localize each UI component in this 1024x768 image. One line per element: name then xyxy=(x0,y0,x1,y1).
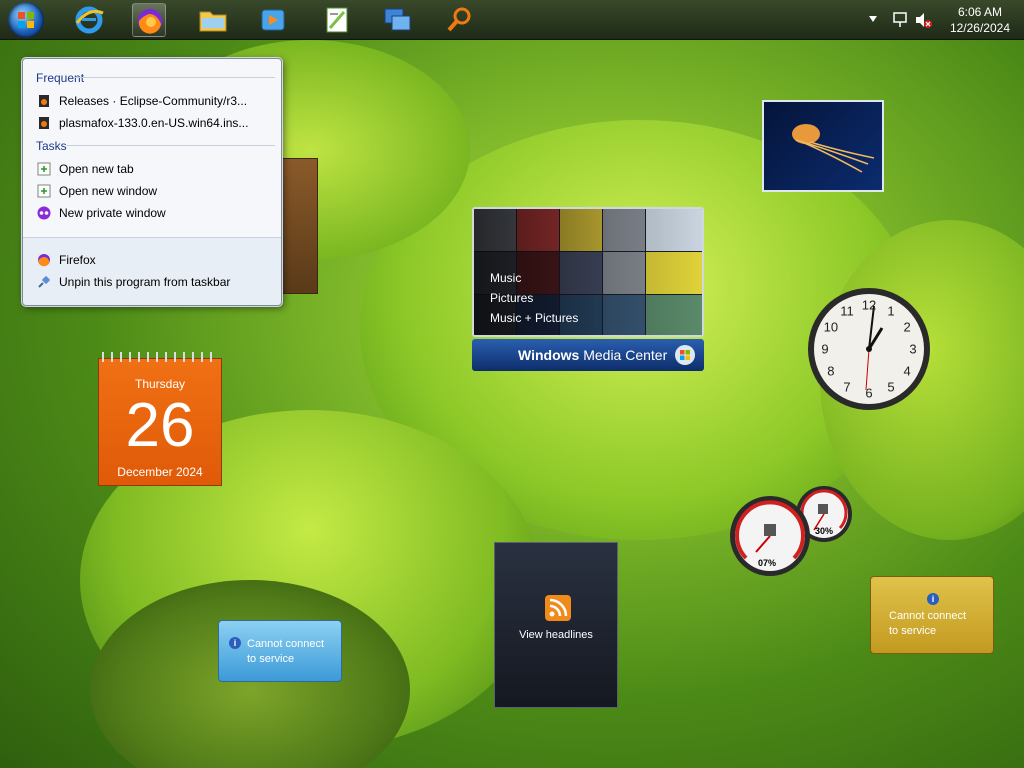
calendar-gadget[interactable]: Thursday 26 December 2024 xyxy=(98,352,222,486)
windows-orb-icon xyxy=(675,345,695,365)
jumplist-item-label: Releases · Eclipse-Community/r3... xyxy=(59,94,248,108)
jumplist-frequent-item[interactable]: plasmafox-133.0.en-US.win64.ins... xyxy=(37,113,248,133)
jumplist-frequent-item[interactable]: Releases · Eclipse-Community/r3... xyxy=(37,91,247,111)
volume-muted-icon[interactable] xyxy=(914,11,932,29)
calendar-month-year: December 2024 xyxy=(117,465,203,479)
media-center-item[interactable]: Music xyxy=(490,271,521,285)
clock-numeral: 9 xyxy=(821,342,828,357)
jumplist-item-label: Open new tab xyxy=(59,162,134,176)
media-center-brand-bar[interactable]: Windows Media Center xyxy=(472,339,704,371)
media-center-tiles: Music Pictures Music + Pictures xyxy=(472,207,704,337)
taskbar-search[interactable] xyxy=(442,3,476,37)
memory-percent: 30% xyxy=(815,526,834,536)
jumplist-bottom-section: Firefox Unpin this program from taskbar xyxy=(23,237,281,305)
unpin-icon xyxy=(37,275,51,289)
clock-numeral: 3 xyxy=(909,342,916,357)
jumplist-task-open-new-window[interactable]: Open new window xyxy=(37,181,157,201)
jumplist-heading-frequent: Frequent xyxy=(36,71,85,85)
media-center-item[interactable]: Music + Pictures xyxy=(490,311,578,325)
jumplist-item-label: Open new window xyxy=(59,184,158,198)
taskbar-media-player[interactable] xyxy=(256,3,290,37)
clock-numeral: 7 xyxy=(843,380,850,395)
magnifier-icon xyxy=(447,7,471,32)
calendar-day: 26 xyxy=(125,391,195,460)
clock-numeral: 11 xyxy=(840,303,854,318)
rss-icon xyxy=(545,595,571,621)
folder-icon xyxy=(199,11,227,32)
media-center-title: Windows Media Center xyxy=(518,347,667,363)
jellyfish-photo xyxy=(792,124,875,173)
feed-headlines-gadget[interactable]: View headlines xyxy=(494,542,618,708)
info-icon: i xyxy=(229,637,241,649)
taskbar-file-explorer[interactable] xyxy=(196,3,230,37)
media-center-brand-b: Media Center xyxy=(583,347,668,363)
notepad-plus-plus-icon xyxy=(326,7,348,33)
taskbar: 6:06 AM 12/26/2024 xyxy=(0,0,1024,40)
taskbar-firefox[interactable] xyxy=(132,3,166,37)
clock-date: 12/26/2024 xyxy=(949,21,1010,35)
calendar-page: Thursday 26 December 2024 xyxy=(98,358,222,486)
clock-numeral: 5 xyxy=(887,380,894,395)
view-headlines-label[interactable]: View headlines xyxy=(495,629,617,641)
media-center-brand-a: Windows xyxy=(518,347,580,363)
remote-desktop-icon xyxy=(384,8,411,31)
network-icon[interactable] xyxy=(892,11,908,29)
document-icon xyxy=(37,116,51,130)
private-mask-icon xyxy=(37,206,51,220)
jumplist-task-open-new-tab[interactable]: Open new tab xyxy=(37,159,134,179)
clock-numeral: 1 xyxy=(887,303,894,318)
jumplist-item-label: plasmafox-133.0.en-US.win64.ins... xyxy=(59,116,249,130)
windows-logo-icon xyxy=(18,12,34,28)
firefox-icon xyxy=(138,9,162,34)
new-window-icon xyxy=(37,184,51,198)
jumplist-item-label: Unpin this program from taskbar xyxy=(59,275,231,289)
jumplist-unpin[interactable]: Unpin this program from taskbar xyxy=(37,272,230,292)
show-hidden-icons-icon[interactable] xyxy=(868,15,878,23)
media-center-gadget[interactable]: Music Pictures Music + Pictures Windows … xyxy=(472,207,704,371)
firefox-jump-list: Frequent Releases · Eclipse-Community/r3… xyxy=(22,58,282,306)
gadget-slideshow-partial xyxy=(282,158,318,294)
taskbar-notepad-plus-plus[interactable] xyxy=(320,3,354,37)
slideshow-gadget[interactable] xyxy=(762,100,884,192)
clock-numeral: 10 xyxy=(824,320,838,335)
clock-gadget[interactable]: 12 1 2 3 4 5 6 7 8 9 10 11 xyxy=(806,286,932,412)
desktop: 6:06 AM 12/26/2024 Frequent Releases · E… xyxy=(0,0,1024,768)
media-center-item[interactable]: Pictures xyxy=(490,291,533,305)
divider xyxy=(75,77,275,78)
taskbar-remote-desktop[interactable] xyxy=(380,3,414,37)
internet-explorer-icon xyxy=(75,6,104,34)
jumplist-heading-tasks: Tasks xyxy=(36,139,67,153)
jumplist-open-firefox[interactable]: Firefox xyxy=(37,250,96,270)
firefox-icon xyxy=(37,253,51,267)
media-player-icon xyxy=(261,9,285,31)
weather-message-line1: Cannot connect xyxy=(247,638,325,650)
currency-gadget[interactable]: i Cannot connect to service xyxy=(870,576,994,654)
currency-message-line2: to service xyxy=(889,625,937,637)
start-button[interactable] xyxy=(8,2,44,38)
clock-numeral: 8 xyxy=(827,364,834,379)
jumplist-task-new-private-window[interactable]: New private window xyxy=(37,203,166,223)
divider xyxy=(67,145,275,146)
analog-clock-face: 12 1234567891011 xyxy=(808,288,930,410)
clock-numeral: 4 xyxy=(903,364,910,379)
currency-message-line1: Cannot connect xyxy=(889,610,967,622)
taskbar-internet-explorer[interactable] xyxy=(72,3,106,37)
weather-message: Cannot connect to service xyxy=(247,637,324,667)
clock-time: 6:06 AM xyxy=(957,5,1002,19)
calendar-rings xyxy=(102,352,218,362)
new-tab-icon xyxy=(37,162,51,176)
jumplist-item-label: New private window xyxy=(59,206,166,220)
weather-gadget[interactable]: i Cannot connect to service xyxy=(218,620,342,682)
system-clock[interactable]: 6:06 AM 12/26/2024 xyxy=(950,4,1010,36)
calendar-weekday: Thursday xyxy=(134,377,186,391)
cpu-meter-dials xyxy=(730,486,852,576)
currency-message: Cannot connect to service xyxy=(889,609,966,639)
clock-numeral: 2 xyxy=(903,320,910,335)
info-icon: i xyxy=(927,593,939,605)
cpu-percent: 07% xyxy=(758,558,777,568)
weather-message-line2: to service xyxy=(247,653,295,665)
cpu-meter-gadget[interactable]: 07% 30% xyxy=(728,484,856,578)
jumplist-item-label: Firefox xyxy=(59,253,96,267)
document-icon xyxy=(37,94,51,108)
